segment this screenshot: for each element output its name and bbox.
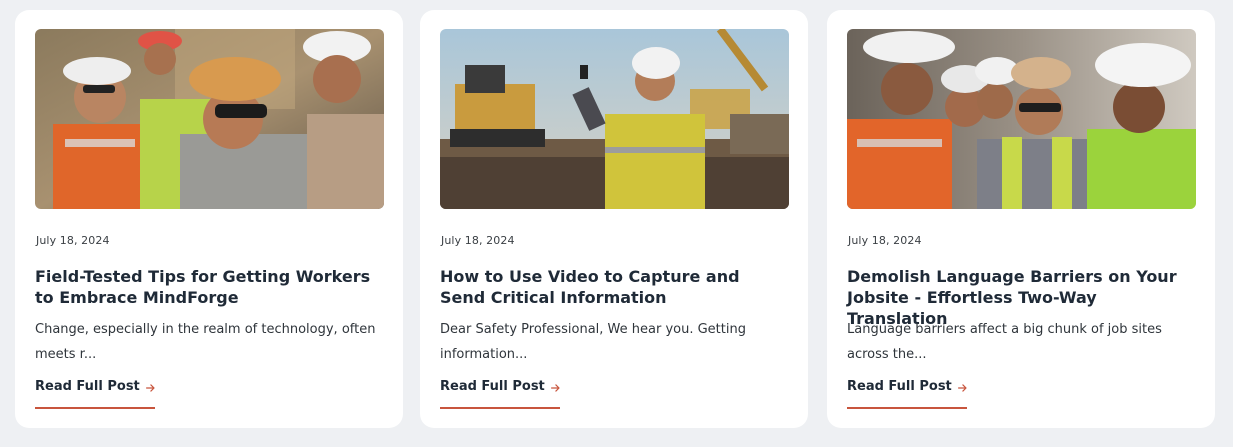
read-full-post-link[interactable]: Read Full Post — [35, 378, 155, 409]
post-title-link[interactable]: Field-Tested Tips for Getting Workers to… — [35, 266, 385, 308]
arrow-right-icon — [550, 384, 560, 392]
post-thumbnail-image[interactable] — [440, 29, 789, 209]
read-full-post-link[interactable]: Read Full Post — [847, 378, 967, 409]
arrow-right-icon — [145, 384, 155, 392]
read-full-post-link[interactable]: Read Full Post — [440, 378, 560, 409]
blog-card: July 18, 2024 Demolish Language Barriers… — [827, 10, 1215, 428]
read-full-post-label: Read Full Post — [35, 379, 140, 394]
read-full-post-label: Read Full Post — [440, 379, 545, 394]
arrow-right-icon — [957, 384, 967, 392]
post-thumbnail-image[interactable] — [35, 29, 384, 209]
post-date: July 18, 2024 — [848, 234, 922, 247]
read-full-post-label: Read Full Post — [847, 379, 952, 394]
post-date: July 18, 2024 — [36, 234, 110, 247]
blog-card: July 18, 2024 How to Use Video to Captur… — [420, 10, 808, 428]
post-excerpt: Dear Safety Professional, We hear you. G… — [440, 322, 746, 362]
post-thumbnail-image[interactable] — [847, 29, 1196, 209]
post-title-link[interactable]: How to Use Video to Capture and Send Cri… — [440, 266, 790, 308]
post-date: July 18, 2024 — [441, 234, 515, 247]
blog-card: July 18, 2024 Field-Tested Tips for Gett… — [15, 10, 403, 428]
post-excerpt: Change, especially in the realm of techn… — [35, 322, 376, 362]
post-excerpt: Language barriers affect a big chunk of … — [847, 322, 1162, 362]
